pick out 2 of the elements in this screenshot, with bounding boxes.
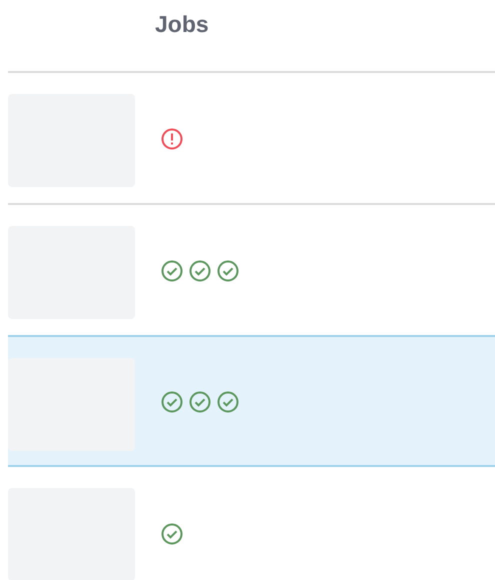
selected-row[interactable] (8, 335, 495, 467)
column-header: Jobs (155, 10, 209, 40)
